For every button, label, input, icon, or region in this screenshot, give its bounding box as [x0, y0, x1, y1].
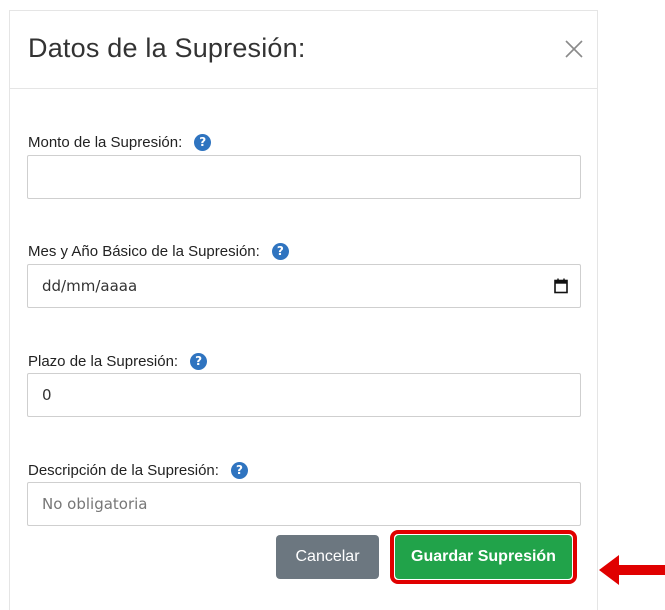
dialog-header: Datos de la Supresión:: [10, 11, 597, 89]
calendar-icon[interactable]: [554, 278, 568, 294]
cancel-button[interactable]: Cancelar: [276, 535, 379, 579]
help-icon[interactable]: ?: [271, 243, 289, 260]
help-icon[interactable]: ?: [190, 353, 208, 370]
close-icon[interactable]: [563, 38, 585, 60]
descripcion-label-text: Descripción de la Supresión:: [28, 462, 219, 479]
arrow-left-icon: [599, 553, 665, 587]
monto-label-text: Monto de la Supresión:: [28, 134, 183, 151]
plazo-input[interactable]: 0: [27, 373, 581, 417]
descripcion-label: Descripción de la Supresión: ?: [28, 462, 248, 479]
descripcion-placeholder: No obligatoria: [42, 495, 148, 513]
dialog-title: Datos de la Supresión:: [28, 33, 306, 63]
supresion-dialog: Datos de la Supresión: Monto de la Supre…: [9, 10, 598, 610]
plazo-value: 0: [42, 386, 52, 404]
descripcion-input[interactable]: No obligatoria: [27, 482, 581, 526]
mes-anio-value: dd/mm/aaaa: [42, 277, 138, 295]
mes-anio-label: Mes y Año Básico de la Supresión: ?: [28, 243, 289, 260]
save-button[interactable]: Guardar Supresión: [395, 535, 572, 579]
plazo-label-text: Plazo de la Supresión:: [28, 353, 179, 370]
plazo-label: Plazo de la Supresión: ?: [28, 353, 208, 370]
monto-label: Monto de la Supresión: ?: [28, 134, 212, 151]
help-icon[interactable]: ?: [194, 134, 212, 151]
mes-anio-label-text: Mes y Año Básico de la Supresión:: [28, 243, 260, 260]
mes-anio-date-input[interactable]: dd/mm/aaaa: [27, 264, 581, 308]
help-icon[interactable]: ?: [230, 462, 248, 479]
monto-input[interactable]: [27, 155, 581, 199]
